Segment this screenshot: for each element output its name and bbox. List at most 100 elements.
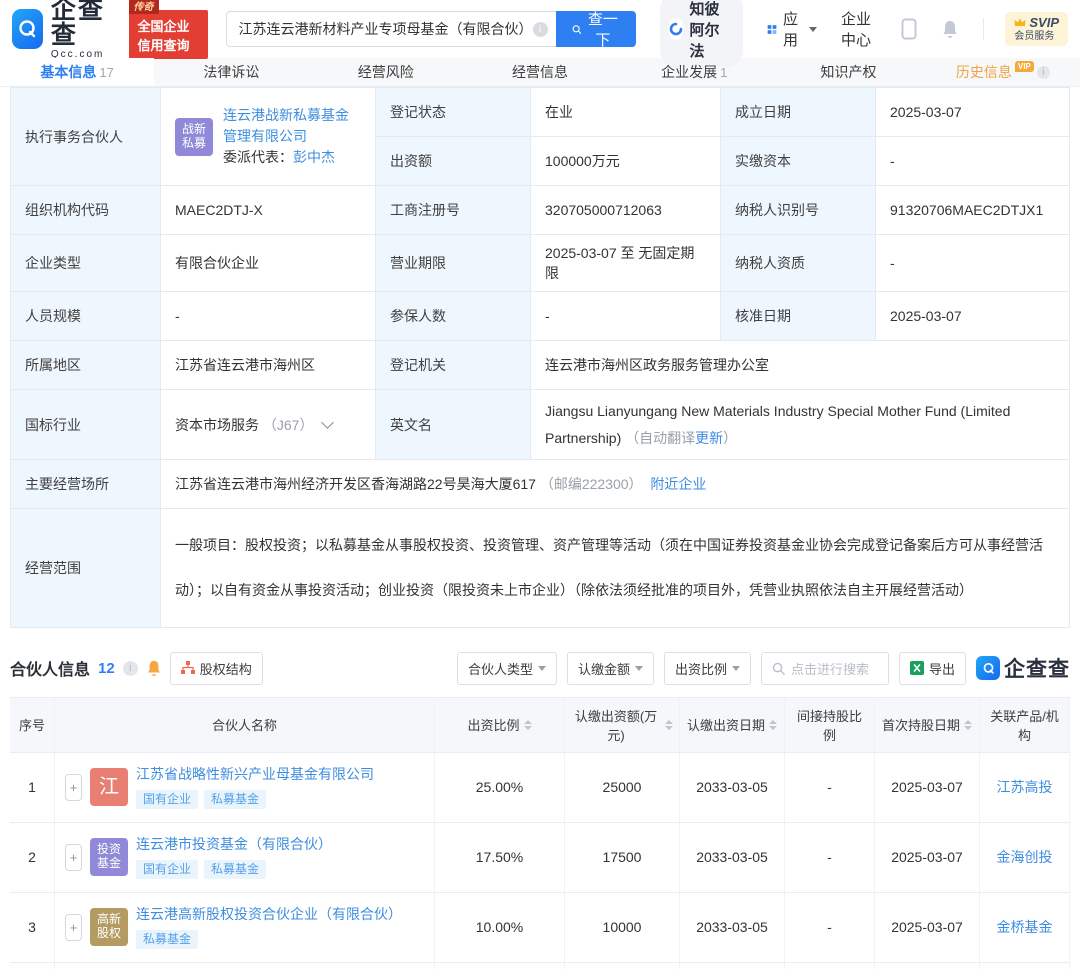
address-label: 主要经营场所 xyxy=(11,460,161,510)
contribution-ratio: 10.00% xyxy=(435,892,565,963)
chevron-down-icon xyxy=(808,26,817,32)
vip-badge: VIP xyxy=(1014,61,1034,72)
chevron-down-icon[interactable] xyxy=(321,416,335,429)
reg-authority-label: 登记机关 xyxy=(376,341,531,390)
tab-3[interactable]: 经营风险 xyxy=(309,58,463,86)
partner-name-link[interactable]: 江苏省战略性新兴产业母基金有限公司 xyxy=(136,766,374,782)
mobile-app-icon[interactable] xyxy=(901,18,917,40)
org-chart-icon xyxy=(180,661,195,675)
exec-partner-label: 执行事务合伙人 xyxy=(11,88,161,186)
partner-tags: 私募基金 xyxy=(136,929,402,950)
sort-icon[interactable] xyxy=(769,719,777,730)
related-product-link[interactable]: 江苏高投 xyxy=(997,777,1053,797)
svip-member-badge[interactable]: SVIP 会员服务 xyxy=(1005,11,1068,47)
related-product-cell: 金海创投 xyxy=(980,822,1070,893)
filter-dropdown-1[interactable]: 合伙人类型 xyxy=(456,651,557,685)
approval-date-label: 核准日期 xyxy=(721,292,876,341)
contribution-ratio: 10.00% xyxy=(435,962,565,969)
table-row: 4+连云港市工业投资集团有限公司市管国企10.00%100002033-03-0… xyxy=(10,962,1070,969)
indirect-ratio: - xyxy=(785,752,875,823)
scope-value: 一般项目：股权投资；以私募基金从事股权投资、投资管理、资产管理等活动（须在中国证… xyxy=(161,509,1070,628)
rep-name-link[interactable]: 彭中杰 xyxy=(293,149,335,165)
ribbon-badge: 传奇 xyxy=(129,0,160,14)
column-header-7[interactable]: 首次持股日期 xyxy=(875,697,980,753)
tab-4[interactable]: 经营信息 xyxy=(463,58,617,86)
first-holding-date: 2025-03-07 xyxy=(875,822,980,893)
en-name-label: 英文名 xyxy=(376,390,531,461)
column-header-3[interactable]: 出资比例 xyxy=(435,697,565,753)
tag-badge: 国有企业 xyxy=(136,789,199,810)
reg-no-label: 工商注册号 xyxy=(376,186,531,235)
contribution-ratio: 17.50% xyxy=(435,822,565,893)
search-input[interactable]: 江苏连云港新材料产业专项母基金（有限合伙） i xyxy=(225,11,556,47)
en-name-value: Jiangsu Lianyungang New Materials Indust… xyxy=(531,390,1070,461)
nearby-companies-link[interactable]: 附近企业 xyxy=(650,476,706,492)
tab-5[interactable]: 企业发展 1 xyxy=(617,58,771,86)
column-header-6: 间接持股比例 xyxy=(785,697,875,753)
clear-search-icon[interactable]: i xyxy=(532,21,548,37)
expand-row-button[interactable]: + xyxy=(65,913,82,941)
partners-table: 序号 合伙人名称 出资比例 认缴出资额(万元) 认缴出资日期 间接持股比例 首次持股日期 关联… xyxy=(10,696,1070,969)
partner-name-cell: +连云港市工业投资集团有限公司市管国企 xyxy=(55,962,435,969)
first-holding-date: 2025-03-07 xyxy=(875,962,980,969)
notification-bell-icon[interactable] xyxy=(941,19,959,39)
translate-update-link[interactable]: 更新 xyxy=(695,430,723,446)
sort-icon[interactable] xyxy=(964,719,972,730)
tab-6[interactable]: 知识产权 xyxy=(771,58,925,86)
search-bar: 江苏连云港新材料产业专项母基金（有限合伙） i 查一下 xyxy=(225,11,636,49)
partner-name-link[interactable]: 连云港市投资基金（有限合伙） xyxy=(136,836,332,852)
expand-row-button[interactable]: + xyxy=(65,843,82,871)
column-header-1: 序号 xyxy=(10,697,55,753)
partner-avatar: 高新 股权 xyxy=(90,908,128,947)
table-row: 3 + 高新 股权 连云港高新股权投资合伙企业（有限合伙） 私募基金 10.00% 10000… xyxy=(10,892,1070,963)
partner-name-cell: + 投资 基金 连云港市投资基金（有限合伙） 国有企业 私募基金 xyxy=(55,822,435,893)
related-product-link[interactable]: 金桥基金 xyxy=(997,917,1053,937)
enterprise-center-link[interactable]: 企业中心 xyxy=(841,8,877,50)
credit-query-badge: 传奇 全国企业信用查询 xyxy=(129,0,208,59)
partners-search-input[interactable]: 点击进行搜索 xyxy=(760,651,889,685)
tag-badge: 私募基金 xyxy=(204,859,267,880)
subscription-date: 2033-03-05 xyxy=(680,752,785,823)
subscription-date: 2033-03-05 xyxy=(680,892,785,963)
exec-partner-company-link[interactable]: 连云港战新私募基金管理有限公司 xyxy=(223,107,349,144)
taxpayer-qual-value: - xyxy=(876,235,1070,292)
column-header-2: 合伙人名称 xyxy=(55,697,435,753)
filter-dropdown-3[interactable]: 出资比例 xyxy=(663,651,751,685)
sort-icon[interactable] xyxy=(523,719,532,730)
alert-bell-icon[interactable] xyxy=(146,659,162,677)
taxpayer-id-value: 91320706MAEC2DTJX1 xyxy=(876,186,1070,235)
partner-avatar: 江 xyxy=(90,768,128,807)
tab-1[interactable]: 基本信息 17 xyxy=(0,58,155,86)
search-icon xyxy=(772,662,785,675)
partner-name-link[interactable]: 连云港高新股权投资合伙企业（有限合伙） xyxy=(136,906,402,922)
column-header-4[interactable]: 认缴出资额(万元) xyxy=(565,697,680,753)
zhibi-alpha-button[interactable]: 知彼阿尔法 xyxy=(659,0,743,67)
excel-icon xyxy=(909,661,924,676)
basic-info-section: 执行事务合伙人 战新 私募 连云港战新私募基金管理有限公司 委派代表：彭中杰 登记… xyxy=(10,87,1070,628)
equity-structure-button[interactable]: 股权结构 xyxy=(169,651,263,685)
search-button[interactable]: 查一下 xyxy=(555,11,636,49)
related-product-link[interactable]: 金海创投 xyxy=(997,847,1053,867)
qcc-logo[interactable]: 企查查 Qcc.com xyxy=(12,0,113,60)
region-label: 所属地区 xyxy=(11,341,161,390)
divider xyxy=(982,18,984,40)
indirect-ratio: 0.0417% xyxy=(785,962,875,969)
expand-row-button[interactable]: + xyxy=(65,773,82,801)
tab-7[interactable]: 历史信息 VIP i xyxy=(926,58,1080,86)
partner-name-cell: + 高新 股权 连云港高新股权投资合伙企业（有限合伙） 私募基金 xyxy=(55,892,435,963)
info-icon[interactable]: i xyxy=(122,660,138,676)
column-header-5[interactable]: 认缴出资日期 xyxy=(680,697,785,753)
est-date-label: 成立日期 xyxy=(721,88,876,137)
row-number: 2 xyxy=(10,822,55,893)
tab-2[interactable]: 法律诉讼 xyxy=(154,58,308,86)
filter-dropdown-2[interactable]: 认缴金额 xyxy=(566,651,654,685)
partners-filters: 合伙人类型 认缴金额 出资比例 点击进行搜索 导出 企查查 xyxy=(456,651,1070,685)
org-code-label: 组织机构代码 xyxy=(11,186,161,235)
sort-icon[interactable] xyxy=(665,719,673,730)
apps-menu[interactable]: 应用 xyxy=(767,8,817,50)
partners-section-header: 合伙人信息 12 i 股权结构 合伙人类型 认缴金额 出资比例 点击进行搜索 导出 … xyxy=(10,651,1070,685)
staff-size-value: - xyxy=(161,292,376,341)
export-button[interactable]: 导出 xyxy=(898,651,966,685)
chevron-down-icon xyxy=(634,665,643,671)
related-product-cell: 江苏高投 xyxy=(980,752,1070,823)
